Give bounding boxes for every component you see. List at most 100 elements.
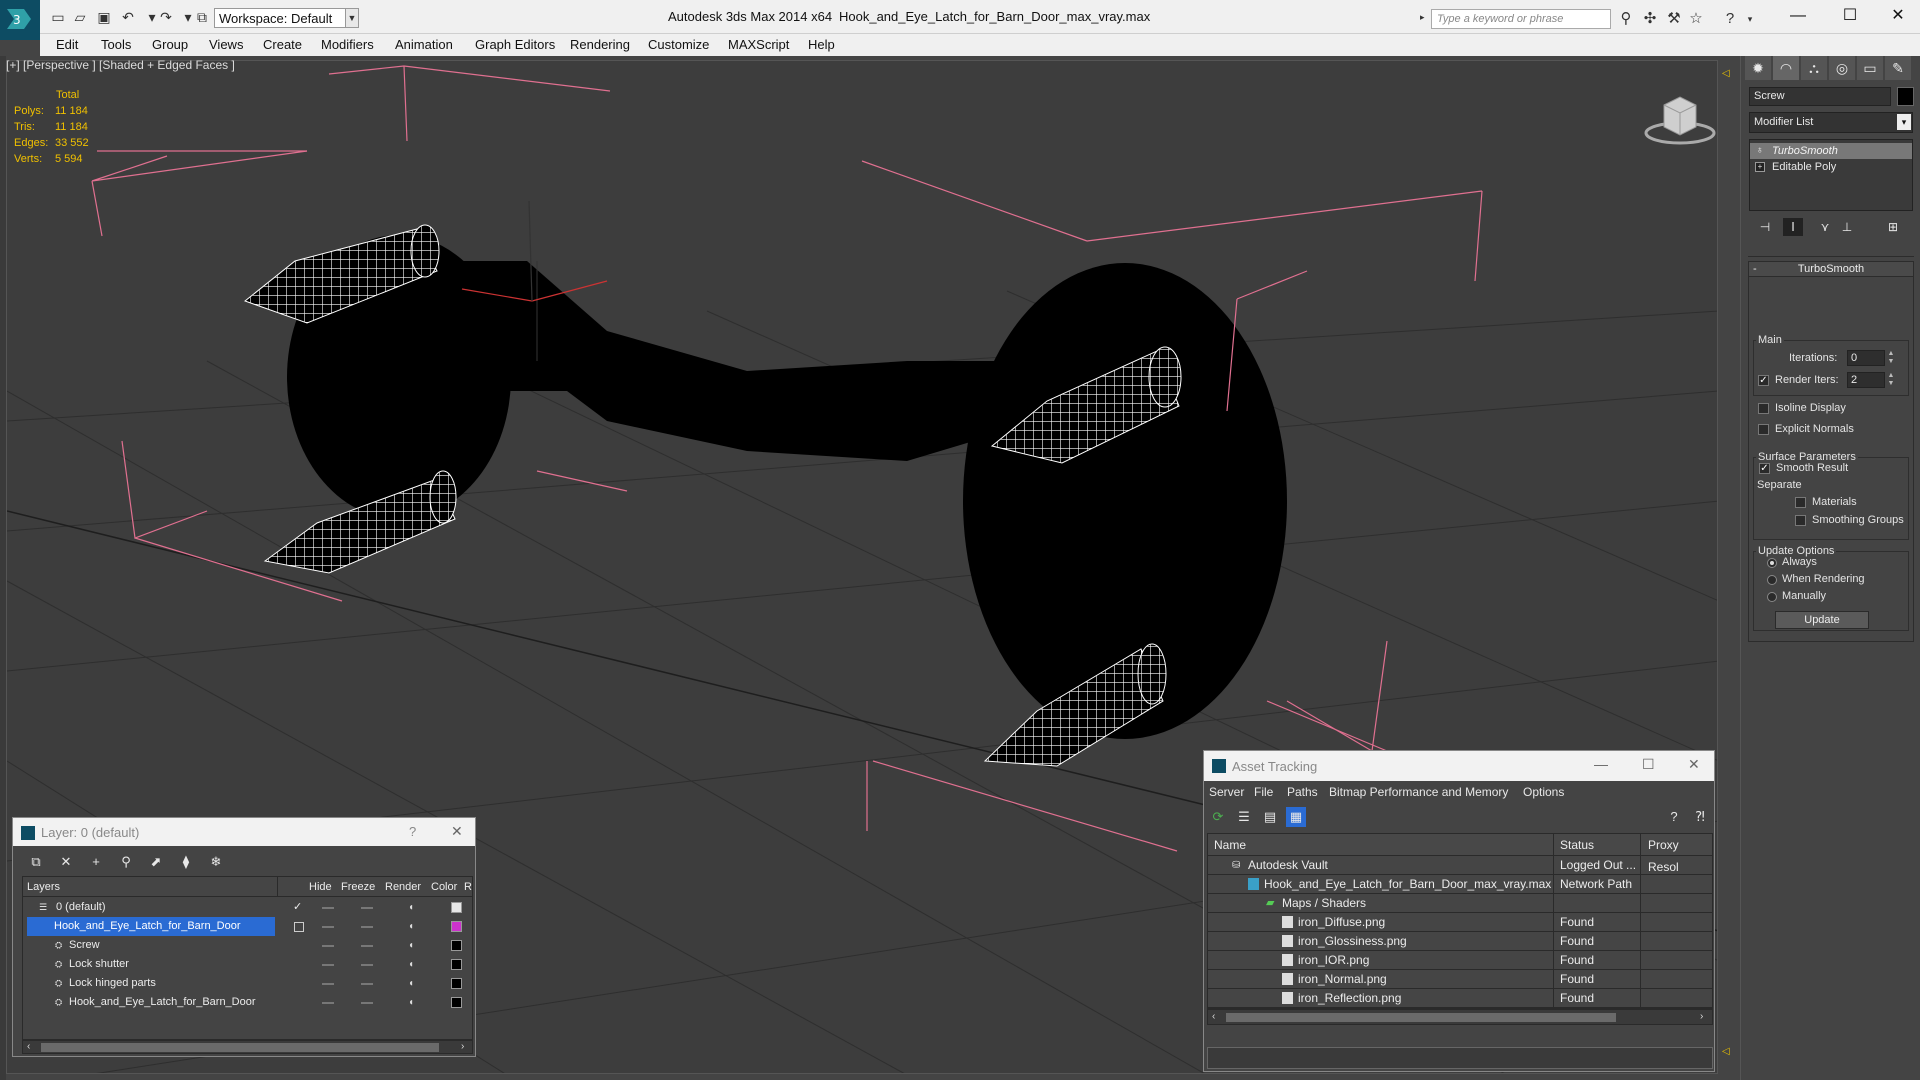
save-file-icon[interactable]: ▣ [96,9,112,25]
scroll-left-icon[interactable]: ‹ [1212,1011,1215,1022]
modify-tab-icon[interactable]: ◠ [1773,56,1799,80]
table-row[interactable]: ☰ Hook_and_Eye_Latch_for_Barn_Door ◖ [23,917,472,936]
menu-tools[interactable]: Tools [99,34,133,56]
configure-sets-icon[interactable]: ⊞ [1883,218,1903,236]
menu-group[interactable]: Group [150,34,190,56]
table-row[interactable]: ⛭ Lock shutter ◖ [23,955,472,974]
menu-views[interactable]: Views [207,34,245,56]
quick-access-menu-icon[interactable]: ▼ [345,8,359,28]
asset-menu-bitmap[interactable]: Bitmap Performance and Memory [1329,781,1508,803]
maximize-button[interactable]: ☐ [1827,0,1873,32]
menu-rendering[interactable]: Rendering [568,34,632,56]
layer-horizontal-scrollbar[interactable]: ‹ › [22,1040,473,1054]
iterations-spinner-arrows-icon[interactable]: ▲ ▼ [1887,350,1895,366]
table-view-icon[interactable]: ▦ [1286,807,1306,827]
asset-path-field[interactable] [1207,1047,1713,1069]
when-rendering-radio[interactable] [1767,575,1777,585]
manually-radio[interactable] [1767,592,1777,602]
table-row[interactable]: ⛁ Autodesk Vault Logged Out ... [1208,856,1712,875]
freeze-all-layers-icon[interactable]: ❄ [207,853,225,871]
bulb-icon[interactable]: ♁ [1756,143,1764,159]
utilities-tab-icon[interactable]: ✎ [1885,56,1911,80]
workspace-dropdown[interactable]: Workspace: Default [214,8,354,28]
hide-toggle[interactable] [322,945,334,947]
asset-dialog-titlebar[interactable]: Asset Tracking — ☐ ✕ [1204,751,1714,781]
table-row[interactable]: Hook_and_Eye_Latch_for_Barn_Door_max_vra… [1208,875,1712,894]
expand-plus-icon[interactable]: + [1755,162,1765,172]
menu-maxscript[interactable]: MAXScript [726,34,791,56]
remove-modifier-icon[interactable]: ⊥ [1837,218,1857,236]
table-row[interactable]: iron_Glossiness.png Found [1208,932,1712,951]
asset-menu-server[interactable]: Server [1209,781,1244,803]
scroll-thumb[interactable] [1226,1013,1616,1022]
col-radiosity[interactable]: R [464,877,472,897]
layer-color-swatch[interactable] [451,902,462,913]
new-layer-icon[interactable]: + [87,853,105,871]
help-dropdown-icon[interactable]: ▾ [1740,9,1760,29]
render-teapot-icon[interactable]: ◖ [408,960,420,970]
hide-toggle[interactable] [322,983,334,985]
render-teapot-icon[interactable]: ◖ [408,998,420,1008]
table-row[interactable]: iron_IOR.png Found [1208,951,1712,970]
smoothing-groups-checkbox[interactable] [1795,515,1806,526]
panel-collapse-icon[interactable]: ◁ [1722,68,1730,79]
table-row[interactable]: ☰ 0 (default) ✓ ◖ [23,898,472,917]
maximize-icon[interactable]: ☐ [1642,756,1655,773]
table-row[interactable]: ⛭ Screw ◖ [23,936,472,955]
display-tab-icon[interactable]: ▭ [1857,56,1883,80]
hide-all-layers-icon[interactable]: ⧫ [177,853,195,871]
undo-icon[interactable]: ↶ [120,9,136,25]
freeze-toggle[interactable] [361,945,373,947]
hide-toggle[interactable] [322,964,334,966]
hide-toggle[interactable] [322,1002,334,1004]
modifier-list-arrow-icon[interactable]: ▾ [1897,114,1911,130]
update-button[interactable]: Update [1775,611,1869,629]
table-row[interactable]: ⛭ Hook_and_Eye_Latch_for_Barn_Door ◖ [23,993,472,1012]
close-icon[interactable]: ✕ [451,823,463,840]
subscription-icon[interactable]: ✣ [1640,9,1660,29]
favorites-star-icon[interactable]: ☆ [1686,9,1706,29]
freeze-toggle[interactable] [361,983,373,985]
layer-color-swatch[interactable] [451,959,462,970]
col-hide[interactable]: Hide [309,877,332,897]
render-teapot-icon[interactable]: ◖ [408,903,420,913]
modifier-list-dropdown[interactable]: Modifier List [1749,112,1913,133]
viewcube-icon[interactable] [1640,85,1720,151]
scroll-right-icon[interactable]: › [1700,1011,1703,1022]
col-layers[interactable]: Layers [27,877,61,897]
hierarchy-tab-icon[interactable]: ⛬ [1801,56,1827,80]
menu-animation[interactable]: Animation [393,34,455,56]
render-iters-checkbox[interactable]: ✓ [1758,375,1769,386]
freeze-toggle[interactable] [361,907,373,909]
asset-menu-file[interactable]: File [1254,781,1273,803]
col-status[interactable]: Status [1560,834,1595,856]
col-render[interactable]: Render [385,877,422,897]
col-freeze[interactable]: Freeze [341,877,376,897]
materials-checkbox[interactable] [1795,497,1806,508]
stack-item-editable-poly[interactable]: + Editable Poly [1750,159,1912,175]
hide-toggle[interactable] [322,907,334,909]
create-tab-icon[interactable]: ✹ [1745,56,1771,80]
project-folder-icon[interactable]: ⧉ [194,9,210,25]
asset-menu-options[interactable]: Options [1523,781,1564,803]
pin-stack-icon[interactable]: ⊣ [1755,218,1775,236]
col-name[interactable]: Name [1214,834,1247,856]
select-in-layer-icon[interactable]: ⚲ [117,853,135,871]
layer-color-swatch[interactable] [451,978,462,989]
help-icon[interactable]: ? [1664,807,1684,827]
menu-edit[interactable]: Edit [54,34,80,56]
redo-icon[interactable]: ↷ [158,9,174,25]
refresh-icon[interactable]: ⟳ [1208,807,1228,827]
close-icon[interactable]: ✕ [1688,756,1700,773]
layer-tool-icon[interactable]: ⧉ [27,853,45,871]
always-radio[interactable] [1767,558,1777,568]
help-icon[interactable]: ? [1720,9,1740,29]
motion-tab-icon[interactable]: ◎ [1829,56,1855,80]
thumbnail-view-icon[interactable]: ▤ [1260,807,1280,827]
menu-help[interactable]: Help [806,34,837,56]
delete-layer-icon[interactable]: ✕ [57,853,75,871]
table-row[interactable]: iron_Normal.png Found [1208,970,1712,989]
render-teapot-icon[interactable]: ◖ [408,979,420,989]
scroll-right-icon[interactable]: › [461,1041,464,1052]
search-expand-icon[interactable]: ▸ [1420,12,1425,23]
